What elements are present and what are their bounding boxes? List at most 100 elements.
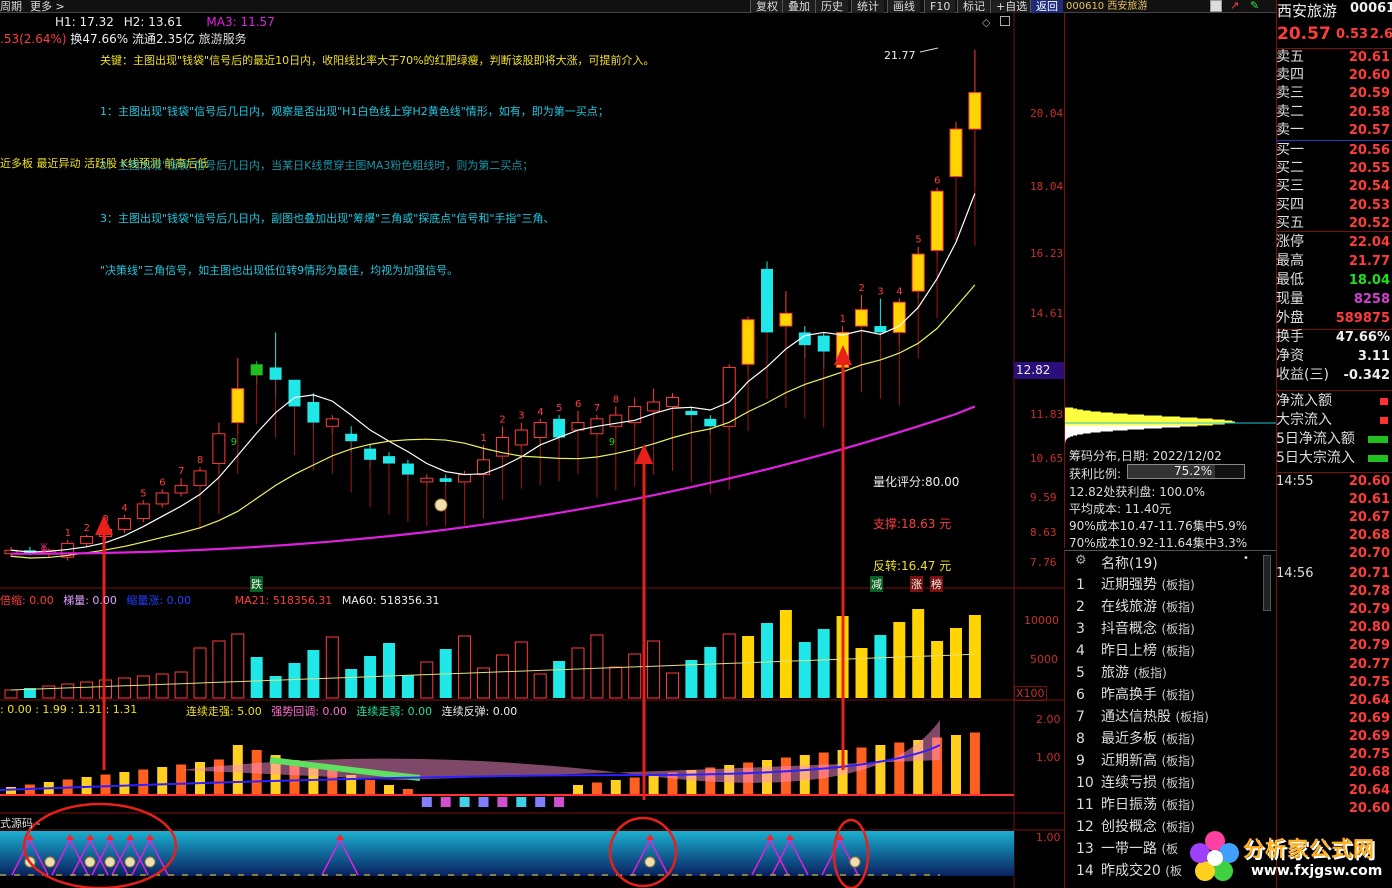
- fund-flow-bar: [1368, 436, 1388, 443]
- money-bag-icon: [434, 498, 448, 512]
- volume-bar: [968, 615, 981, 698]
- concept-header[interactable]: 名称(19): [1101, 553, 1158, 573]
- fund-flow-row: 净流入额: [1276, 392, 1392, 411]
- candle-body: [647, 401, 661, 412]
- sequence-label: 1: [481, 433, 487, 444]
- volume-bar: [779, 610, 792, 698]
- volume-bar: [874, 635, 887, 698]
- fund-flow-label: 大宗流入: [1276, 412, 1332, 428]
- concept-item[interactable]: 4 昨日上榜 (板指): [1068, 640, 1264, 662]
- concept-item[interactable]: 3 抖音概念 (板指): [1068, 618, 1264, 640]
- order-book-price: 20.54: [1348, 179, 1390, 195]
- code-tab[interactable]: 000610 西安旅游: [1066, 0, 1147, 13]
- volume-bar: [666, 672, 679, 699]
- doc-icon[interactable]: [1210, 0, 1222, 12]
- indicator-bar: [119, 772, 130, 795]
- concept-item[interactable]: 2 在线旅游 (板指): [1068, 596, 1264, 618]
- concept-item[interactable]: 5 旅游 (板指): [1068, 662, 1264, 684]
- concept-item[interactable]: 9 近期新高 (板指): [1068, 750, 1264, 772]
- price-axis-tick: 11.83: [1030, 408, 1064, 421]
- order-book-side: 卖四: [1276, 67, 1304, 84]
- indicator-bar: [478, 797, 489, 807]
- indicator-bar: [573, 785, 583, 795]
- chart-canvas[interactable]: 123456781234567812345699 ᛤ: [0, 0, 1064, 888]
- volume-bar: [912, 609, 925, 698]
- volume-ma-line: [10, 653, 975, 691]
- concept-scrollbar[interactable]: [1263, 555, 1271, 611]
- volume-bar: [401, 675, 414, 698]
- fund-flow-bar: [1380, 398, 1388, 405]
- candle-body: [80, 535, 94, 544]
- indicator-bar: [894, 742, 905, 795]
- concept-item[interactable]: 1 近期强势 (板指): [1068, 574, 1264, 596]
- concept-item[interactable]: 7 通达信热股 (板指): [1068, 706, 1264, 728]
- tick-row: 20.75: [1276, 746, 1392, 764]
- fund-flow-label: 5日净流入额: [1276, 431, 1355, 447]
- candle-body: [949, 128, 963, 178]
- sequence-label: 8: [613, 394, 619, 405]
- pen-icon[interactable]: ✎: [1250, 0, 1259, 12]
- tick-row: 20.69: [1276, 728, 1392, 746]
- current-price-badge: 12.82: [1014, 362, 1064, 379]
- tick-price: 20.60: [1348, 801, 1390, 817]
- ind-values: : 0.00 : 1.99 : 1.31 : 1.31: [0, 703, 138, 716]
- tag-jian: 减: [870, 576, 883, 592]
- concept-index: 9: [1076, 753, 1085, 769]
- stock-name: 西安旅游: [1277, 2, 1338, 20]
- concept-tag: (板指): [1161, 622, 1195, 636]
- tick-row: 20.67: [1276, 509, 1392, 527]
- fund-flow-bar: [1380, 417, 1388, 424]
- concept-item[interactable]: 11 昨日振荡 (板指): [1068, 794, 1264, 816]
- concept-tag: (板指): [1175, 710, 1209, 724]
- candle-body: [779, 312, 793, 327]
- indicator-bar: [535, 797, 546, 807]
- order-book-side: 买三: [1276, 178, 1304, 195]
- concept-name: 最近多板 (板指): [1101, 731, 1195, 747]
- stat-value: 18.04: [1348, 273, 1390, 288]
- indicator-bar: [610, 780, 621, 795]
- indicator-area: [180, 720, 940, 783]
- candle-body: [685, 410, 698, 416]
- volume-bar: [704, 647, 717, 698]
- tick-row: 20.68: [1276, 527, 1392, 545]
- stat-label: 现量: [1276, 291, 1304, 307]
- concept-tag: (板指): [1161, 732, 1195, 746]
- candle-body: [704, 418, 717, 427]
- fund-flow-row: 大宗流入: [1276, 411, 1392, 430]
- concept-tag: (板指): [1161, 688, 1195, 702]
- concept-tag: (板指): [1161, 644, 1195, 658]
- indicator-bar: [213, 759, 224, 795]
- tick-row: 20.77: [1276, 656, 1392, 674]
- chip-date: 筹码分布,日期: 2022/12/02: [1069, 449, 1222, 463]
- concept-item[interactable]: 8 最近多板 (板指): [1068, 728, 1264, 750]
- candle-body: [458, 474, 472, 483]
- nine-label: 9: [231, 437, 237, 448]
- tick-price: 20.64: [1348, 783, 1390, 799]
- volume-bar: [345, 669, 358, 698]
- tick-time: 14:56: [1276, 566, 1314, 581]
- volume-bar: [855, 648, 868, 698]
- sequence-label: 6: [934, 175, 940, 186]
- concept-name: 昨高换手 (板指): [1101, 687, 1195, 703]
- volume-bar: [628, 653, 642, 699]
- concept-item[interactable]: 6 昨高换手 (板指): [1068, 684, 1264, 706]
- candle-body: [741, 319, 755, 365]
- price-axis-tick: 16.23: [1030, 247, 1064, 260]
- volume-bar: [722, 633, 736, 699]
- ind-pullback: 强势回调: 0.00: [271, 705, 347, 718]
- concept-index: 8: [1076, 731, 1085, 747]
- concept-item[interactable]: 10 连续亏损 (板指): [1068, 772, 1264, 794]
- chip-profit-at: 12.82处获利盘: 100.0%: [1069, 485, 1205, 499]
- tick-row: 20.69: [1276, 710, 1392, 728]
- indicator-bar: [365, 780, 376, 795]
- fund-flow-row: 5日大宗流入: [1276, 449, 1392, 468]
- trend-icon[interactable]: ↗: [1230, 0, 1239, 12]
- candle-body: [420, 477, 434, 483]
- tick-price: 20.67: [1348, 510, 1390, 525]
- vol-legend: 倍缩: 0.00 梯量: 0.00 缩量涨: 0.00 MA21: 518356…: [0, 592, 440, 608]
- chip-cost90: 90%成本10.47-11.76集中5.9%: [1069, 519, 1248, 533]
- order-book-side: 买四: [1276, 196, 1304, 213]
- sequence-label: 6: [575, 399, 581, 410]
- gear-icon[interactable]: ⚙: [1075, 553, 1087, 568]
- candle-body: [288, 379, 301, 407]
